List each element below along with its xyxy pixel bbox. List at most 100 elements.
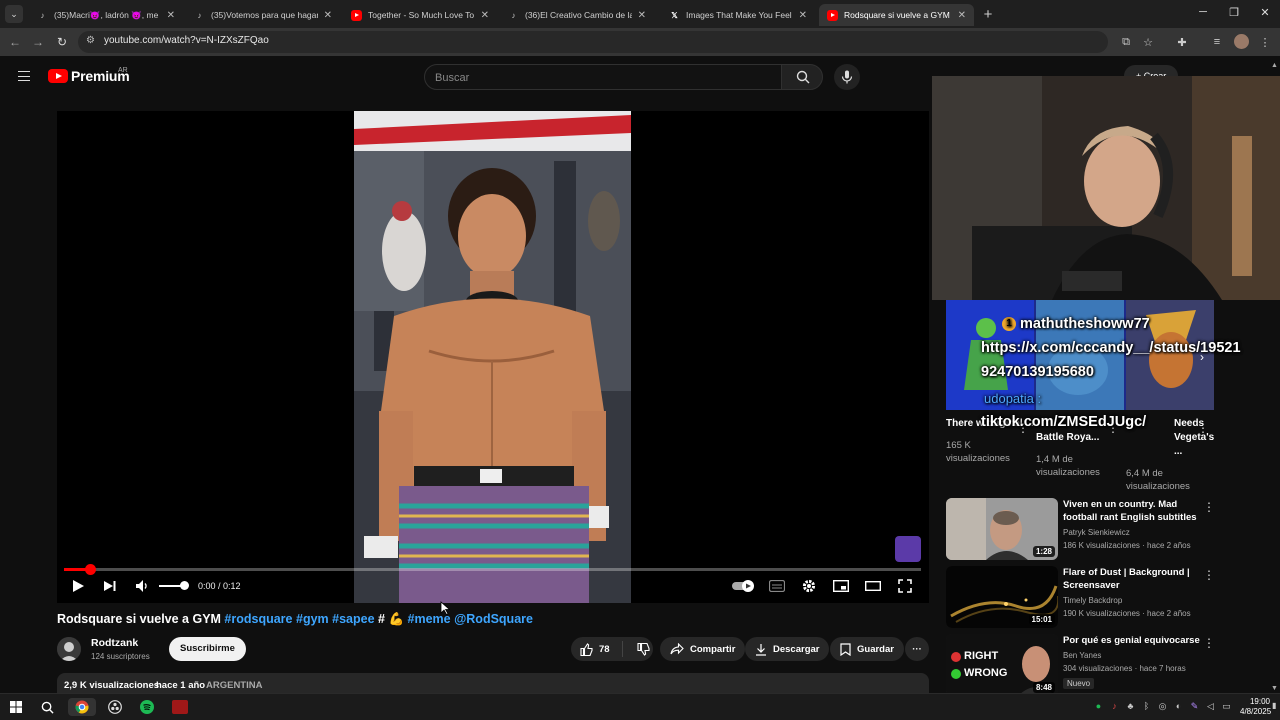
taskbar-clock[interactable]: 19:00 4/8/2025 — [1240, 697, 1271, 717]
youtube-icon — [351, 9, 362, 21]
windows-start-icon[interactable] — [7, 698, 25, 716]
dislike-button[interactable] — [629, 642, 650, 656]
bluetooth-tray-icon[interactable]: ᛒ — [1141, 701, 1152, 711]
notifications-icon[interactable]: ▮ — [1272, 701, 1276, 710]
recommendation-item[interactable]: RIGHT WRONG 8:48 Por qué es genial equiv… — [946, 634, 1266, 698]
close-icon[interactable]: ✕ — [958, 10, 966, 21]
channel-avatar[interactable] — [57, 637, 81, 661]
recommendation-item[interactable]: 15:01 Flare of Dust | Background | Scree… — [946, 566, 1266, 630]
tray-app-icon[interactable]: ◎ — [1157, 701, 1168, 712]
video-player[interactable]: 0:00 / 0:12 — [57, 111, 929, 603]
more-horizontal-icon: ··· — [912, 643, 922, 655]
microphone-tray-icon[interactable]: ♪ — [1109, 701, 1120, 711]
menu-icon[interactable] — [18, 71, 30, 81]
video-thumbnail[interactable]: 15:01 — [946, 566, 1058, 628]
video-frame[interactable] — [354, 111, 631, 603]
tray-app-icon[interactable]: ✎ — [1189, 701, 1200, 712]
play-icon[interactable] — [71, 579, 85, 593]
obs-taskbar-icon[interactable] — [106, 698, 124, 716]
scroll-up-icon[interactable]: ▲ — [1271, 62, 1278, 69]
close-icon[interactable]: ✕ — [799, 10, 807, 21]
forward-icon[interactable]: → — [31, 35, 45, 49]
channel-watermark-icon[interactable] — [895, 536, 921, 562]
progress-bar[interactable] — [64, 568, 921, 571]
search-input[interactable] — [435, 71, 765, 85]
speaker-tray-icon[interactable]: ◁ — [1205, 701, 1216, 712]
reload-icon[interactable]: ↻ — [55, 35, 69, 49]
tab-search-button[interactable]: ⌄ — [5, 5, 23, 23]
voice-search-button[interactable] — [834, 64, 860, 90]
address-bar[interactable]: ⚙ youtube.com/watch?v=N-IZXsZFQao — [78, 31, 1108, 53]
video-thumbnail[interactable]: 1:28 — [946, 498, 1058, 560]
new-tab-button[interactable]: + — [981, 6, 995, 23]
browser-menu-icon[interactable]: ⋮ — [1258, 36, 1272, 49]
short-3-more-icon[interactable]: ⋮ — [1197, 422, 1209, 434]
bookmark-star-icon[interactable]: ☆ — [1141, 36, 1155, 49]
tray-app-icon[interactable]: ◐ — [1173, 701, 1184, 711]
webcam-image — [932, 76, 1280, 300]
restore-button[interactable]: ❐ — [1225, 6, 1243, 19]
tab-votemos[interactable]: ♪ (35)Votemos para que hagan m ✕ — [186, 4, 340, 26]
tray-app-icon[interactable]: ♣ — [1125, 701, 1136, 711]
tiktok-icon: ♪ — [511, 10, 516, 20]
hashtag-gym[interactable]: #gym — [296, 612, 329, 626]
media-controls-icon[interactable]: ≡ — [1210, 36, 1224, 48]
volume-knob[interactable] — [180, 581, 189, 590]
tab-creativo[interactable]: ♪ (36)El Creativo Cambio de la Ca ✕ — [500, 4, 654, 26]
share-button[interactable]: Compartir — [660, 637, 746, 661]
volume-icon[interactable] — [135, 579, 150, 593]
fullscreen-icon[interactable] — [898, 579, 912, 593]
close-icon[interactable]: ✕ — [481, 10, 489, 21]
extensions-icon[interactable]: ✚ — [1175, 36, 1189, 49]
more-vertical-icon[interactable]: ⋮ — [1203, 501, 1215, 513]
install-app-icon[interactable]: ⧉ — [1119, 36, 1133, 49]
url-text[interactable]: youtube.com/watch?v=N-IZXsZFQao — [104, 35, 269, 46]
theater-mode-icon[interactable] — [865, 580, 881, 592]
miniplayer-icon[interactable] — [833, 580, 849, 592]
next-icon[interactable] — [103, 580, 117, 592]
video-location[interactable]: ARGENTINA — [206, 680, 262, 691]
scrubber-handle[interactable] — [85, 564, 96, 575]
mention-rodsquare[interactable]: @RodSquare — [454, 612, 533, 626]
download-button[interactable]: Descargar — [745, 637, 830, 661]
subscribe-button[interactable]: Suscribirme — [169, 637, 246, 661]
search-button[interactable] — [781, 64, 823, 90]
share-icon — [670, 643, 684, 655]
subtitles-icon[interactable] — [769, 580, 785, 592]
like-button[interactable]: 78 — [571, 641, 623, 657]
close-icon[interactable]: ✕ — [167, 10, 175, 21]
search-box — [424, 64, 782, 90]
recommendation-item[interactable]: 1:28 Viven en un country. Mad football r… — [946, 498, 1266, 562]
minimize-button[interactable]: ─ — [1194, 6, 1212, 18]
tab-images[interactable]: 𝕏 Images That Make You Feel Par ✕ — [661, 4, 815, 26]
youtube-logo-icon[interactable] — [48, 69, 68, 83]
more-actions-button[interactable]: ··· — [905, 637, 929, 661]
hashtag-sapee[interactable]: #sapee — [332, 612, 374, 626]
back-icon[interactable]: ← — [8, 35, 22, 49]
video-thumbnail[interactable]: RIGHT WRONG 8:48 — [946, 634, 1058, 696]
save-button[interactable]: Guardar — [830, 637, 904, 661]
spotify-tray-icon[interactable]: ● — [1093, 701, 1104, 711]
thumbnail-text-wrong: WRONG — [964, 667, 1008, 679]
tab-macri[interactable]: ♪ (35)Macri😈, ladrón 😈, me ar ✕ — [29, 4, 183, 26]
close-icon[interactable]: ✕ — [324, 10, 332, 21]
more-vertical-icon[interactable]: ⋮ — [1203, 569, 1215, 581]
hashtag-rodsquare[interactable]: #rodsquare — [224, 612, 292, 626]
app-taskbar-icon[interactable] — [170, 698, 190, 716]
profile-avatar[interactable] — [1234, 34, 1249, 49]
network-tray-icon[interactable]: ▭ — [1221, 701, 1232, 712]
scroll-down-icon[interactable]: ▼ — [1271, 685, 1278, 692]
window-close-button[interactable]: ✕ — [1256, 6, 1274, 19]
page-scrollbar[interactable]: ▲ ▼ — [1268, 62, 1278, 692]
channel-name[interactable]: Rodtzank — [91, 637, 138, 649]
more-vertical-icon[interactable]: ⋮ — [1203, 637, 1215, 649]
site-info-icon[interactable]: ⚙ — [86, 35, 95, 46]
settings-gear-icon[interactable] — [802, 579, 816, 593]
tab-rodsquare[interactable]: Rodsquare si vuelve a GYM #ro ✕ — [819, 4, 974, 26]
tab-together[interactable]: Together - So Much Love To Gi ✕ — [343, 4, 497, 26]
close-icon[interactable]: ✕ — [638, 10, 646, 21]
spotify-taskbar-icon[interactable] — [138, 698, 156, 716]
chrome-taskbar-icon[interactable] — [68, 698, 96, 716]
taskbar-search-icon[interactable] — [38, 698, 56, 716]
autoplay-toggle-icon[interactable] — [732, 580, 756, 592]
